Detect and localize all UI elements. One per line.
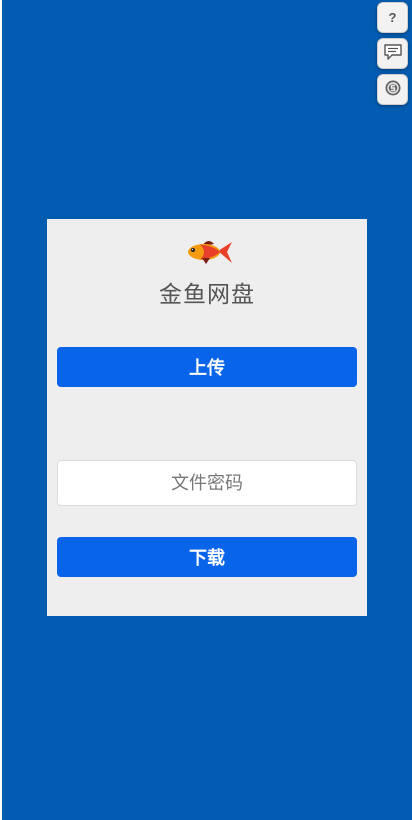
upload-button[interactable]: 上传 [57, 347, 357, 387]
side-toolbar: ? [377, 2, 408, 105]
goldfish-icon [180, 237, 234, 267]
page-title: 金鱼网盘 [159, 282, 255, 308]
feedback-icon [383, 43, 403, 65]
help-button[interactable]: ? [377, 2, 408, 33]
help-icon: ? [388, 10, 397, 25]
download-button[interactable]: 下载 [57, 537, 357, 577]
main-card: 金鱼网盘 上传 下载 [47, 219, 367, 616]
file-password-input[interactable] [57, 460, 357, 506]
feedback-button[interactable] [377, 38, 408, 69]
settings-icon [384, 79, 402, 101]
settings-button[interactable] [377, 74, 408, 105]
